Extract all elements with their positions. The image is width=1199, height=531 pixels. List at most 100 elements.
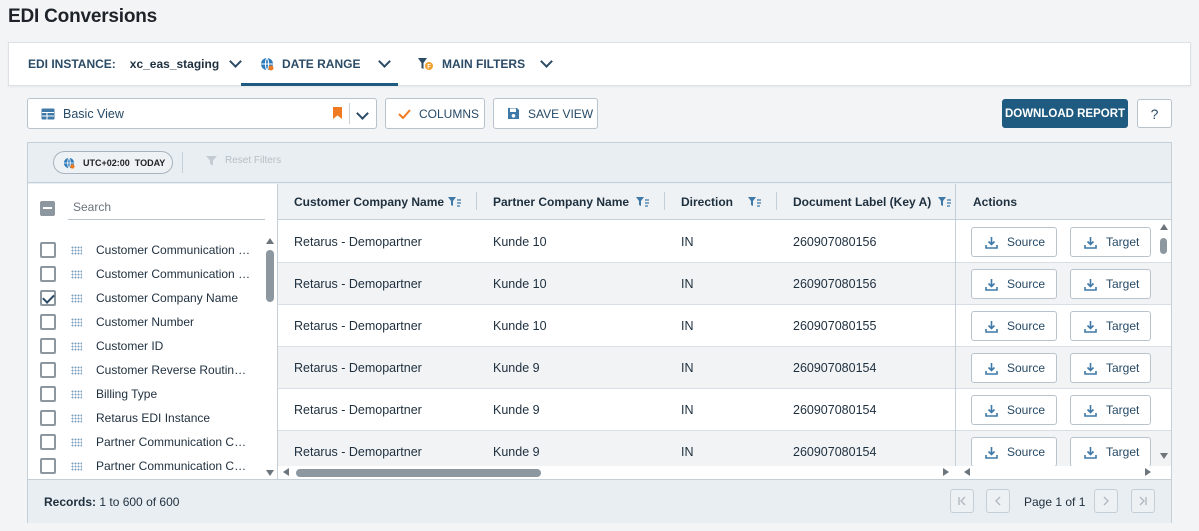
target-download-button[interactable]: Target bbox=[1070, 437, 1151, 467]
column-checkbox[interactable] bbox=[40, 290, 56, 306]
column-option[interactable]: Customer Communication C... bbox=[28, 262, 263, 286]
drag-handle-icon[interactable] bbox=[71, 437, 82, 447]
drag-handle-icon[interactable] bbox=[71, 341, 82, 351]
column-filter-icon[interactable] bbox=[636, 196, 649, 208]
column-divider[interactable] bbox=[476, 192, 477, 210]
data-grid: UTC+02:00 TODAY Reset Filters Customer C… bbox=[27, 142, 1172, 523]
column-option[interactable]: Customer Number bbox=[28, 310, 263, 334]
scroll-left-icon[interactable] bbox=[964, 468, 970, 476]
scroll-up-icon[interactable] bbox=[1160, 224, 1168, 230]
save-view-button[interactable]: SAVE VIEW bbox=[493, 98, 598, 129]
column-checkbox[interactable] bbox=[40, 458, 56, 474]
column-option[interactable]: Customer Reverse Routing A... bbox=[28, 358, 263, 382]
scroll-right-icon[interactable] bbox=[1145, 468, 1151, 476]
scroll-down-icon[interactable] bbox=[266, 470, 274, 476]
table-row[interactable]: Retarus - Demopartner Kunde 9 IN 2609070801… bbox=[278, 347, 1171, 389]
column-option-label: Customer Communication C... bbox=[96, 267, 251, 281]
divider bbox=[182, 152, 183, 173]
table-row[interactable]: Retarus - Demopartner Kunde 10 IN 260907080… bbox=[278, 305, 1171, 347]
svg-text:F: F bbox=[427, 65, 431, 71]
column-option-label: Customer ID bbox=[96, 339, 164, 353]
column-checkbox[interactable] bbox=[40, 242, 56, 258]
scroll-up-icon[interactable] bbox=[266, 238, 274, 244]
column-list-scrollbar[interactable] bbox=[264, 236, 276, 480]
column-checkbox[interactable] bbox=[40, 314, 56, 330]
scrollbar-thumb[interactable] bbox=[1160, 238, 1167, 254]
help-button[interactable]: ? bbox=[1137, 99, 1172, 128]
source-download-button[interactable]: Source bbox=[971, 311, 1057, 341]
drag-handle-icon[interactable] bbox=[71, 365, 82, 375]
scroll-down-icon[interactable] bbox=[1160, 453, 1168, 459]
scroll-right-icon[interactable] bbox=[943, 468, 949, 476]
target-download-button[interactable]: Target bbox=[1070, 311, 1151, 341]
column-checkbox[interactable] bbox=[40, 434, 56, 450]
filter-bar: EDI INSTANCE: xc_eas_staging DATE RANGE … bbox=[8, 42, 1191, 86]
timezone-chip[interactable]: UTC+02:00 TODAY bbox=[53, 151, 173, 174]
column-filter-icon[interactable] bbox=[938, 196, 951, 208]
previous-page-button[interactable] bbox=[986, 489, 1010, 513]
chevron-down-icon[interactable] bbox=[356, 107, 369, 120]
source-download-button[interactable]: Source bbox=[971, 437, 1057, 467]
header-document-label[interactable]: Document Label (Key A) bbox=[793, 184, 931, 220]
edi-instance-dropdown[interactable]: EDI INSTANCE: xc_eas_staging bbox=[28, 43, 243, 85]
header-customer-company-name[interactable]: Customer Company Name bbox=[294, 184, 444, 220]
table-vertical-scrollbar[interactable] bbox=[1158, 222, 1170, 462]
columns-button[interactable]: COLUMNS bbox=[385, 98, 485, 129]
download-icon bbox=[985, 362, 998, 375]
column-search-input[interactable] bbox=[68, 195, 265, 220]
target-download-button[interactable]: Target bbox=[1070, 269, 1151, 299]
main-filters-tab[interactable]: F MAIN FILTERS bbox=[416, 43, 553, 85]
column-option[interactable]: Billing Type bbox=[28, 382, 263, 406]
column-filter-icon[interactable] bbox=[448, 196, 461, 208]
table-row[interactable]: Retarus - Demopartner Kunde 10 IN 260907080… bbox=[278, 221, 1171, 263]
bookmark-icon[interactable] bbox=[333, 107, 342, 119]
column-checkbox[interactable] bbox=[40, 266, 56, 282]
scrollbar-thumb[interactable] bbox=[266, 250, 274, 302]
table-row[interactable]: Retarus - Demopartner Kunde 9 IN 2609070801… bbox=[278, 389, 1171, 431]
drag-handle-icon[interactable] bbox=[71, 461, 82, 471]
select-all-checkbox[interactable] bbox=[40, 201, 55, 216]
header-partner-company-name[interactable]: Partner Company Name bbox=[493, 184, 629, 220]
column-option[interactable]: Customer Company Name bbox=[28, 286, 263, 310]
last-page-button[interactable] bbox=[1131, 489, 1155, 513]
download-report-button[interactable]: DOWNLOAD REPORT bbox=[1002, 99, 1128, 128]
date-range-tab[interactable]: DATE RANGE bbox=[241, 43, 398, 86]
drag-handle-icon[interactable] bbox=[71, 389, 82, 399]
target-download-button[interactable]: Target bbox=[1070, 395, 1151, 425]
drag-handle-icon[interactable] bbox=[71, 317, 82, 327]
drag-handle-icon[interactable] bbox=[71, 413, 82, 423]
column-divider[interactable] bbox=[776, 192, 777, 210]
table-horizontal-scrollbar[interactable] bbox=[278, 466, 1171, 479]
chevron-down-icon bbox=[540, 55, 553, 68]
column-checkbox[interactable] bbox=[40, 362, 56, 378]
target-download-button[interactable]: Target bbox=[1070, 353, 1151, 383]
column-checkbox[interactable] bbox=[40, 386, 56, 402]
source-download-button[interactable]: Source bbox=[971, 227, 1057, 257]
first-page-button[interactable] bbox=[950, 489, 974, 513]
target-download-button[interactable]: Target bbox=[1070, 227, 1151, 257]
scroll-left-icon[interactable] bbox=[283, 468, 289, 476]
column-option[interactable]: Retarus EDI Instance bbox=[28, 406, 263, 430]
view-select[interactable]: Basic View bbox=[27, 98, 377, 129]
source-download-button[interactable]: Source bbox=[971, 395, 1057, 425]
column-checkbox[interactable] bbox=[40, 410, 56, 426]
column-option[interactable]: Partner Communication Cha... bbox=[28, 454, 263, 478]
column-option[interactable]: Customer ID bbox=[28, 334, 263, 358]
cell-document-label: 260907080154 bbox=[793, 360, 877, 375]
column-option[interactable]: Customer Communication C... bbox=[28, 238, 263, 262]
table-row[interactable]: Retarus - Demopartner Kunde 10 IN 260907080… bbox=[278, 263, 1171, 305]
drag-handle-icon[interactable] bbox=[71, 269, 82, 279]
drag-handle-icon[interactable] bbox=[71, 245, 82, 255]
column-checkbox[interactable] bbox=[40, 338, 56, 354]
column-filter-icon[interactable] bbox=[748, 196, 761, 208]
source-button-label: Source bbox=[1007, 277, 1046, 291]
header-direction[interactable]: Direction bbox=[681, 184, 733, 220]
next-page-button[interactable] bbox=[1094, 489, 1118, 513]
reset-filters-button[interactable]: Reset Filters bbox=[206, 155, 281, 166]
column-divider[interactable] bbox=[664, 192, 665, 210]
column-option[interactable]: Partner Communication Cha... bbox=[28, 430, 263, 454]
source-download-button[interactable]: Source bbox=[971, 353, 1057, 383]
drag-handle-icon[interactable] bbox=[71, 293, 82, 303]
source-download-button[interactable]: Source bbox=[971, 269, 1057, 299]
scrollbar-thumb[interactable] bbox=[296, 469, 541, 477]
